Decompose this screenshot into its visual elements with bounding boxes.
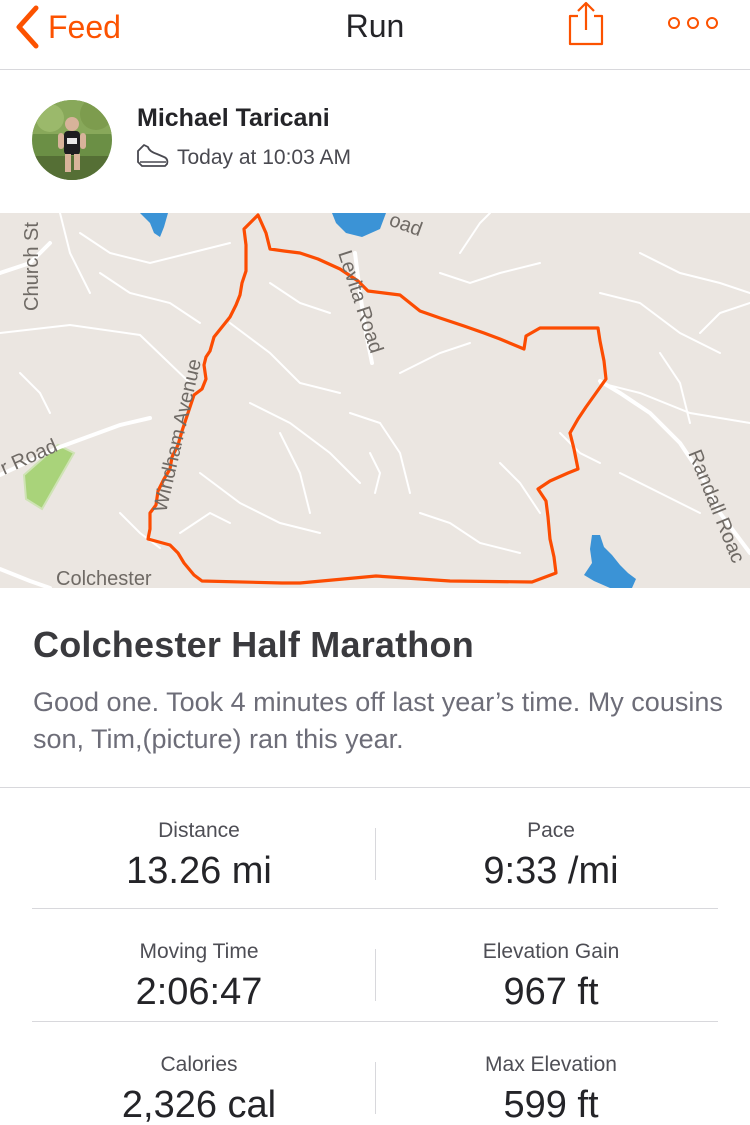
row-divider	[32, 1021, 718, 1022]
stat-max-elevation: Max Elevation 599 ft	[376, 1022, 726, 1125]
athlete-header: Michael Taricani Today at 10:03 AM	[0, 70, 750, 213]
map-label-colchester: Colchester	[56, 568, 152, 588]
stat-label: Max Elevation	[485, 1053, 617, 1076]
stat-value: 599 ft	[503, 1084, 599, 1125]
share-icon	[568, 1, 604, 46]
nav-bar: Feed Run	[0, 0, 750, 70]
stat-label: Pace	[527, 819, 575, 842]
share-button[interactable]	[566, 0, 606, 48]
activity-description: Good one. Took 4 minutes off last year’s…	[33, 687, 723, 754]
avatar-photo	[32, 100, 112, 180]
stat-label: Elevation Gain	[482, 940, 620, 963]
stats-row: Moving Time 2:06:47 Elevation Gain 967 f…	[0, 909, 750, 1022]
stat-label: Distance	[158, 819, 240, 842]
stat-value: 967 ft	[503, 971, 599, 1013]
back-label: Feed	[48, 9, 121, 45]
activity-title: Colchester Half Marathon	[33, 624, 474, 665]
more-dot-icon	[687, 17, 699, 29]
row-divider	[32, 908, 718, 909]
activity-timestamp: Today at 10:03 AM	[177, 146, 351, 169]
stat-moving-time: Moving Time 2:06:47	[24, 909, 374, 1014]
stat-label: Moving Time	[139, 940, 259, 963]
more-dot-icon	[706, 17, 718, 29]
stat-value: 2:06:47	[135, 971, 263, 1013]
more-dot-icon	[668, 17, 680, 29]
avatar[interactable]	[32, 100, 112, 180]
shoe-icon	[137, 144, 169, 167]
stat-elevation-gain: Elevation Gain 967 ft	[376, 909, 726, 1014]
map-label-church-st: Church St	[21, 222, 43, 311]
athlete-name[interactable]: Michael Taricani	[137, 104, 330, 133]
stats-row: Calories 2,326 cal Max Elevation 599 ft	[0, 1022, 750, 1125]
stat-value: 2,326 cal	[121, 1084, 277, 1125]
route-map[interactable]: Church St oad Levita Road Windham Avenue…	[0, 213, 750, 588]
stat-distance: Distance 13.26 mi	[24, 788, 374, 893]
stats-row: Distance 13.26 mi Pace 9:33 /mi	[0, 788, 750, 901]
stat-pace: Pace 9:33 /mi	[376, 788, 726, 893]
stat-calories: Calories 2,326 cal	[24, 1022, 374, 1125]
stat-value: 9:33 /mi	[483, 850, 619, 892]
stat-value: 13.26 mi	[126, 850, 272, 892]
chevron-left-icon	[16, 5, 39, 49]
more-button[interactable]	[668, 10, 718, 36]
back-button[interactable]: Feed	[14, 4, 121, 50]
stats-grid: Distance 13.26 mi Pace 9:33 /mi Moving T…	[0, 788, 750, 1125]
stat-label: Calories	[160, 1053, 238, 1076]
